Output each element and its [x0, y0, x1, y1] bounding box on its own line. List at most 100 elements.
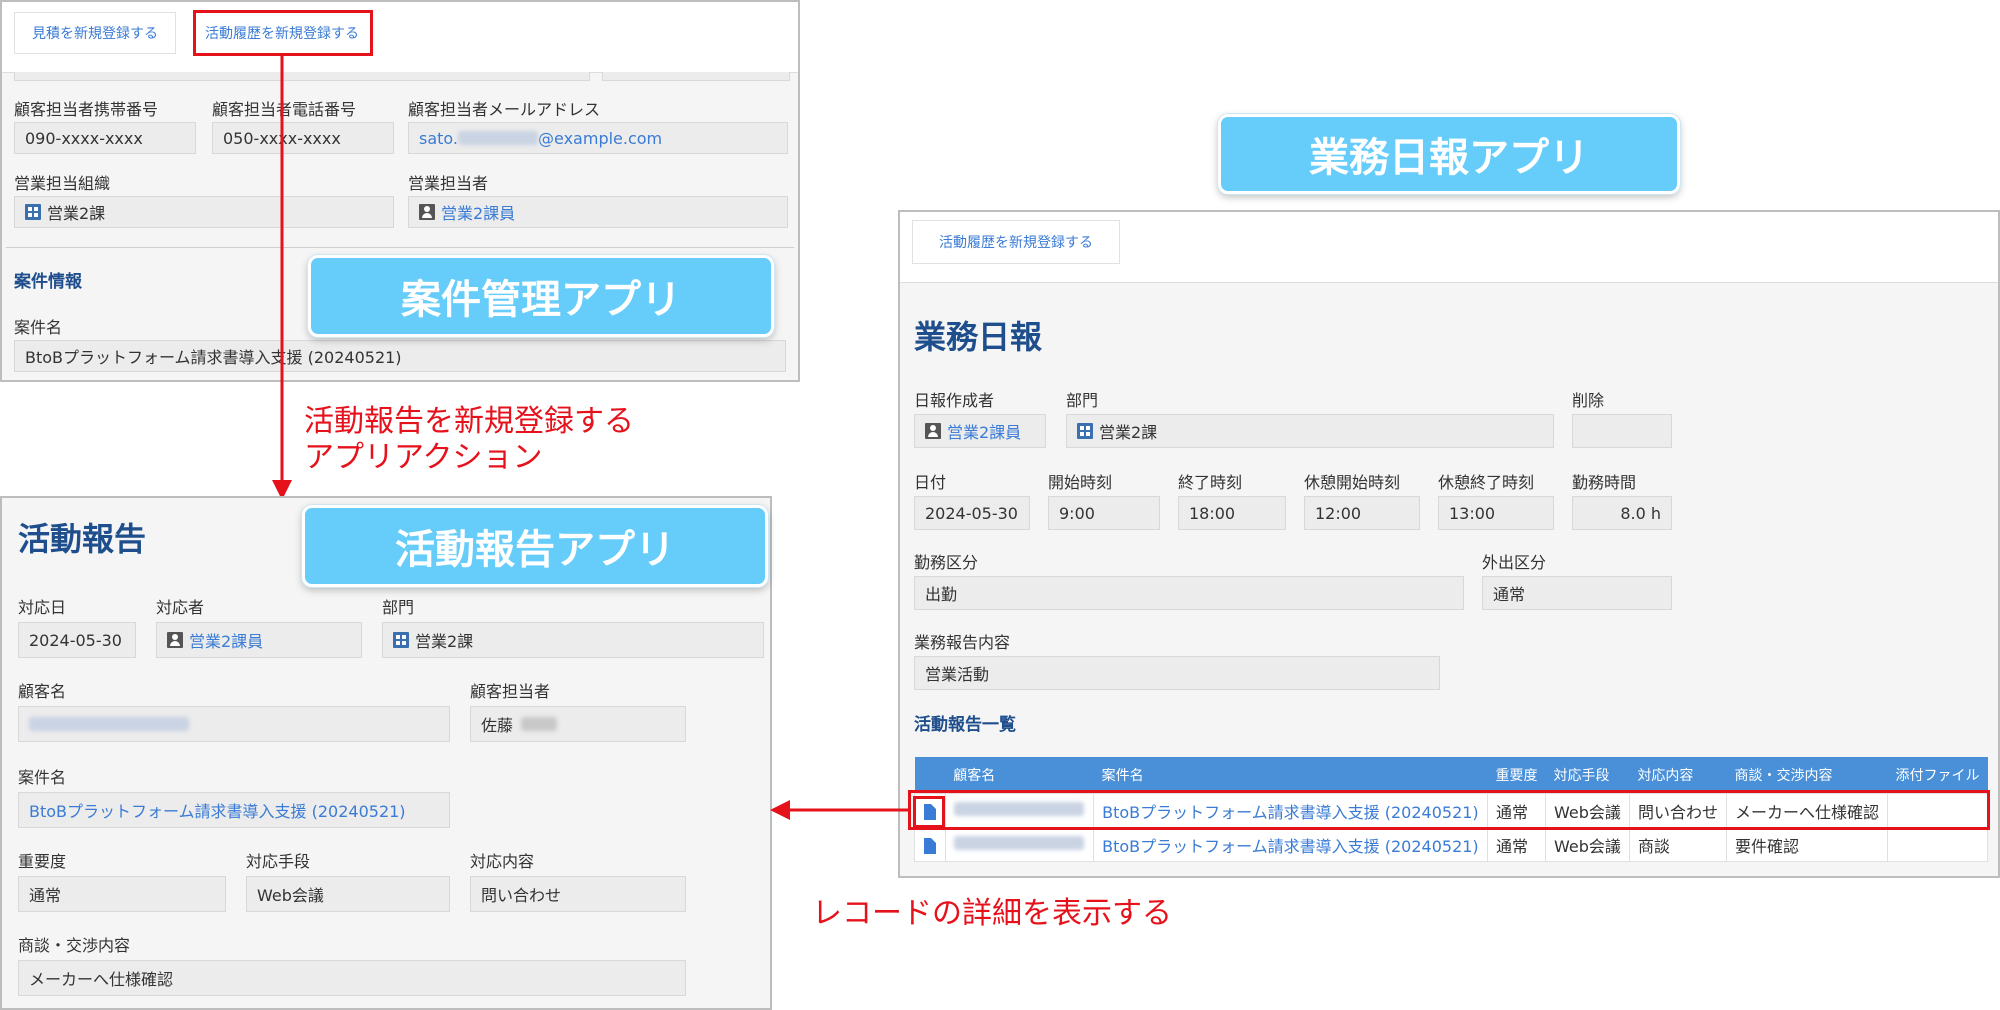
negotiation-label: 商談・交渉内容 — [18, 936, 131, 955]
user-icon — [925, 423, 941, 439]
document-icon[interactable] — [923, 837, 936, 854]
case-value: BtoBプラットフォーム請求書導入支援 (20240521) — [29, 802, 406, 821]
method-field: Web会議 — [246, 876, 450, 912]
customer-redacted — [953, 836, 1084, 850]
customer-redacted — [29, 717, 189, 731]
email-field[interactable]: sato. @example.com — [408, 122, 788, 154]
content-value: 問い合わせ — [481, 886, 562, 905]
header-customer: 顧客名 — [945, 757, 1094, 794]
work-type-label: 勤務区分 — [914, 553, 979, 572]
activity-list-heading: 活動報告一覧 — [914, 715, 1016, 735]
author-field[interactable]: 営業2課員 — [914, 414, 1046, 448]
daily-dept-value: 営業2課 — [1099, 423, 1158, 442]
daily-date-field: 2024-05-30 — [914, 496, 1030, 530]
case-name-value: BtoBプラットフォーム請求書導入支援 (20240521) — [25, 348, 402, 367]
hours-label: 勤務時間 — [1572, 473, 1637, 492]
person-label: 対応者 — [156, 598, 205, 617]
email-suffix: @example.com — [538, 128, 663, 148]
importance-label: 重要度 — [18, 852, 67, 871]
org-icon — [1077, 423, 1093, 439]
table-header-row: 顧客名 案件名 重要度 対応手段 対応内容 商談・交渉内容 添付ファイル — [914, 757, 1988, 794]
end-label: 終了時刻 — [1178, 473, 1243, 492]
daily-dept-label: 部門 — [1066, 391, 1099, 410]
mobile-label: 顧客担当者携帯番号 — [14, 100, 159, 119]
person-field[interactable]: 営業2課員 — [156, 622, 362, 658]
case-name-field: BtoBプラットフォーム請求書導入支援 (20240521) — [14, 340, 786, 372]
importance-cell: 通常 — [1487, 827, 1547, 862]
outing-label: 外出区分 — [1482, 553, 1547, 572]
content-label: 対応内容 — [470, 852, 535, 871]
author-value: 営業2課員 — [947, 423, 1022, 442]
email-label: 顧客担当者メールアドレス — [408, 100, 601, 119]
delete-field[interactable] — [1572, 414, 1672, 448]
detail-caption: レコードの詳細を表示する — [812, 896, 1172, 931]
mobile-field: 090-xxxx-xxxx — [14, 122, 196, 154]
attachment-cell — [1887, 827, 1988, 862]
header-content: 対応内容 — [1629, 757, 1727, 794]
dept-label: 部門 — [382, 598, 415, 617]
daily-date-value: 2024-05-30 — [925, 503, 1018, 523]
org-icon — [25, 204, 41, 220]
header-negotiation: 商談・交渉内容 — [1726, 757, 1888, 794]
new-estimate-button[interactable]: 見積を新規登録する — [14, 12, 176, 54]
daily-new-activity-button[interactable]: 活動履歴を新規登録する — [912, 220, 1120, 264]
case-label: 案件名 — [18, 768, 67, 787]
activity-app-badge: 活動報告アプリ — [302, 505, 768, 587]
mobile-value: 090-xxxx-xxxx — [25, 128, 143, 148]
table-row[interactable]: BtoBプラットフォーム請求書導入支援 (20240521) 通常 Web会議 … — [914, 827, 1988, 862]
work-type-value: 出勤 — [925, 585, 958, 604]
end-value: 18:00 — [1189, 503, 1236, 523]
negotiation-value: メーカーへ仕様確認 — [29, 970, 174, 989]
activity-title: 活動報告 — [18, 520, 147, 558]
arrow-left-icon — [770, 800, 910, 820]
work-type-field: 出勤 — [914, 576, 1464, 610]
arrow-caption-line1: 活動報告を新規登録する — [304, 404, 634, 439]
hours-value: 8.0 h — [1620, 503, 1661, 523]
date-label: 対応日 — [18, 598, 67, 617]
header-attachment: 添付ファイル — [1887, 757, 1988, 794]
break-end-label: 休憩終了時刻 — [1438, 473, 1535, 492]
case-info-heading: 案件情報 — [14, 272, 82, 292]
user-icon — [419, 204, 435, 220]
content-cell: 商談 — [1628, 827, 1727, 862]
report-field: 営業活動 — [914, 656, 1440, 690]
importance-value: 通常 — [29, 886, 62, 905]
org-icon — [393, 632, 409, 648]
row-detail-cell[interactable] — [914, 827, 946, 862]
header-importance: 重要度 — [1487, 757, 1546, 794]
cut-field-edge — [14, 72, 590, 81]
daily-app-panel: 活動履歴を新規登録する 業務日報 日報作成者 部門 削除 営業2課員 営業2課 … — [898, 210, 2000, 878]
highlight-first-row — [908, 790, 1990, 830]
contact-label: 顧客担当者 — [470, 682, 551, 701]
negotiation-field: メーカーへ仕様確認 — [18, 960, 686, 996]
header-case: 案件名 — [1093, 757, 1488, 794]
case-field[interactable]: BtoBプラットフォーム請求書導入支援 (20240521) — [18, 792, 450, 828]
date-field: 2024-05-30 — [18, 622, 136, 658]
end-field: 18:00 — [1178, 496, 1286, 530]
break-start-field: 12:00 — [1304, 496, 1420, 530]
outing-field: 通常 — [1482, 576, 1672, 610]
phone-field: 050-xxxx-xxxx — [212, 122, 394, 154]
header-detail — [914, 757, 946, 794]
org-label: 営業担当組織 — [14, 174, 111, 193]
arrow-down-icon — [272, 54, 292, 500]
rep-field[interactable]: 営業2課員 — [408, 196, 788, 228]
start-value: 9:00 — [1059, 503, 1095, 523]
daily-app-badge: 業務日報アプリ — [1218, 114, 1680, 194]
report-label: 業務報告内容 — [914, 633, 1011, 652]
method-value: Web会議 — [257, 886, 324, 905]
case-name-label: 案件名 — [14, 318, 63, 337]
rep-label: 営業担当者 — [408, 174, 489, 193]
case-app-badge: 案件管理アプリ — [308, 255, 774, 337]
break-start-label: 休憩開始時刻 — [1304, 473, 1401, 492]
date-value: 2024-05-30 — [29, 630, 122, 650]
daily-dept-field: 営業2課 — [1066, 414, 1554, 448]
arrow-caption-line2: アプリアクション — [304, 440, 543, 475]
highlight-detail-icon — [913, 796, 945, 828]
email-redacted — [458, 131, 539, 145]
contact-value: 佐藤 — [481, 716, 514, 735]
daily-title: 業務日報 — [914, 318, 1043, 356]
divider — [6, 247, 794, 248]
org-field: 営業2課 — [14, 196, 394, 228]
case-cell[interactable]: BtoBプラットフォーム請求書導入支援 (20240521) — [1093, 827, 1489, 862]
